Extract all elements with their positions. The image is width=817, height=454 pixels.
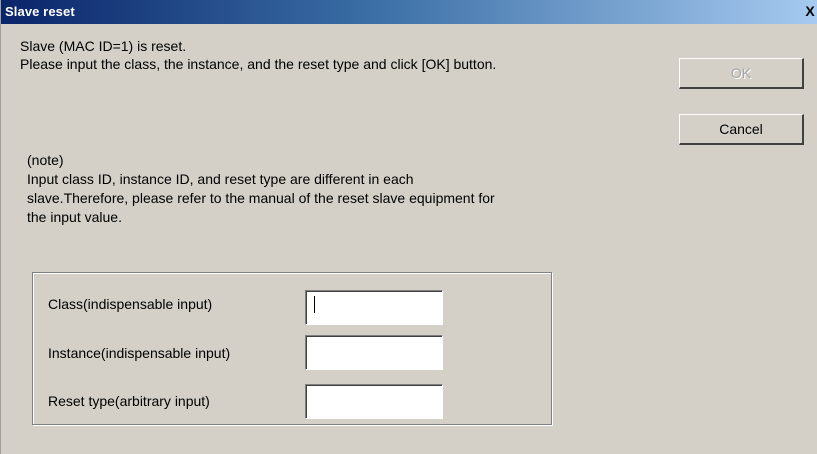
class-field-label: Class(indispensable input): [48, 296, 213, 312]
dialog-title: Slave reset: [5, 4, 75, 19]
input-group-box: Class(indispensable input) Instance(indi…: [32, 272, 552, 425]
ok-button[interactable]: OK: [679, 58, 804, 89]
message-line-2: Please input the class, the instance, an…: [20, 56, 497, 72]
note-heading: (note): [27, 152, 64, 168]
reset-type-field-label: Reset type(arbitrary input): [48, 393, 210, 409]
class-input[interactable]: [305, 290, 443, 325]
instance-input[interactable]: [305, 335, 443, 370]
instance-field-label: Instance(indispensable input): [48, 345, 231, 361]
slave-reset-dialog: Slave reset X Slave (MAC ID=1) is reset.…: [0, 0, 817, 454]
reset-type-input[interactable]: [305, 384, 443, 419]
cancel-button[interactable]: Cancel: [679, 114, 804, 145]
instruction-message: Slave (MAC ID=1) is reset. Please input …: [20, 37, 496, 73]
close-icon[interactable]: X: [802, 2, 817, 21]
note-line-2: slave.Therefore, please refer to the man…: [27, 190, 495, 206]
note-line-3: the input value.: [27, 209, 122, 225]
text-caret: [314, 296, 315, 313]
note-line-1: Input class ID, instance ID, and reset t…: [27, 171, 414, 187]
note-text: (note) Input class ID, instance ID, and …: [27, 151, 495, 227]
title-bar[interactable]: Slave reset X: [1, 0, 817, 24]
message-line-1: Slave (MAC ID=1) is reset.: [20, 38, 187, 54]
